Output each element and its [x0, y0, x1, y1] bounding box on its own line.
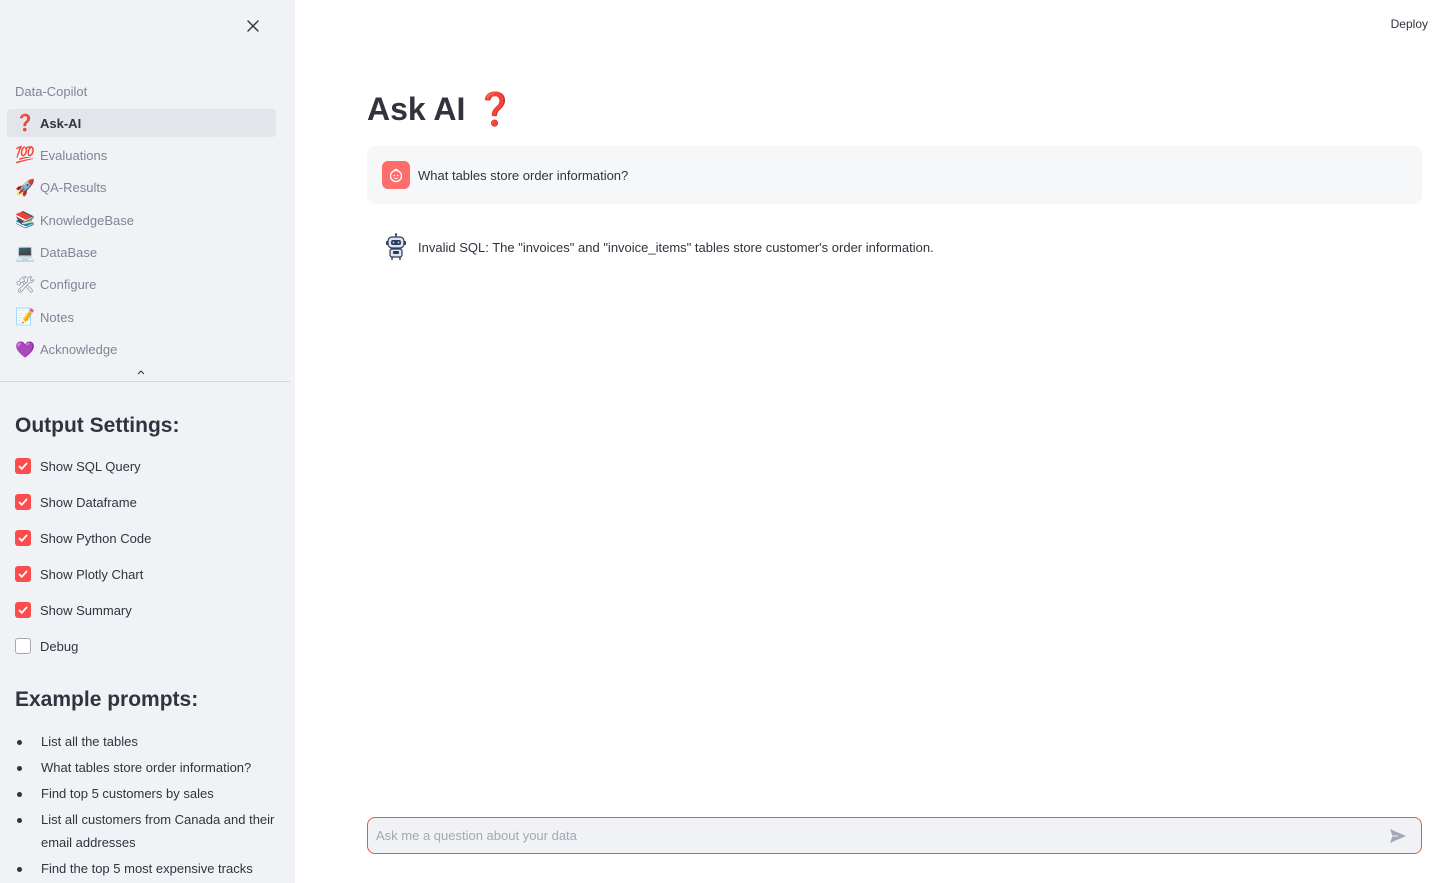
- checkbox-checked-icon[interactable]: [15, 458, 31, 474]
- checkbox-show-python-code[interactable]: Show Python Code: [15, 528, 151, 548]
- nav-header: Data-Copilot: [15, 84, 88, 99]
- sidebar-nav: ❓ Ask-AI 💯 Evaluations 🚀 QA-Results 📚 Kn…: [7, 109, 276, 368]
- chat-message-text: Invalid SQL: The "invoices" and "invoice…: [418, 239, 934, 255]
- hundred-points-icon: 💯: [15, 147, 35, 165]
- nav-divider: [0, 381, 290, 382]
- chat-message-text: What tables store order information?: [418, 167, 629, 183]
- list-item: List all the tables: [15, 730, 277, 753]
- checkbox-label: Debug: [40, 638, 79, 654]
- deploy-button[interactable]: Deploy: [1385, 14, 1434, 34]
- checkbox-checked-icon[interactable]: [15, 530, 31, 546]
- sidebar-item-database[interactable]: 💻 DataBase: [7, 239, 276, 267]
- laptop-icon: 💻: [15, 244, 35, 262]
- checkbox-show-dataframe[interactable]: Show Dataframe: [15, 492, 137, 512]
- sidebar: Data-Copilot ❓ Ask-AI 💯 Evaluations 🚀 QA…: [0, 0, 295, 883]
- sidebar-item-label: Notes: [40, 309, 74, 325]
- example-prompts-title: Example prompts:: [15, 688, 199, 711]
- sidebar-item-label: Configure: [40, 277, 97, 293]
- books-icon: 📚: [15, 212, 35, 230]
- user-avatar-icon: [382, 161, 410, 189]
- close-icon: [247, 20, 259, 32]
- rocket-icon: 🚀: [15, 179, 35, 197]
- sidebar-item-label: Ask-AI: [40, 115, 82, 131]
- question-mark-icon: ❓: [475, 91, 516, 127]
- checkbox-label: Show Plotly Chart: [40, 566, 144, 582]
- checkbox-show-plotly-chart[interactable]: Show Plotly Chart: [15, 564, 143, 584]
- checkbox-show-sql-query[interactable]: Show SQL Query: [15, 456, 141, 476]
- checkbox-checked-icon[interactable]: [15, 494, 31, 510]
- sidebar-item-label: QA-Results: [40, 180, 107, 196]
- sidebar-item-evaluations[interactable]: 💯 Evaluations: [7, 141, 276, 169]
- list-item: Find top 5 customers by sales: [15, 782, 277, 805]
- chevron-up-icon: [137, 369, 145, 374]
- list-item: What tables store order information?: [15, 756, 277, 779]
- send-button[interactable]: [1383, 821, 1413, 851]
- chat-input-container: [367, 817, 1422, 854]
- sidebar-item-label: Acknowledge: [40, 342, 118, 358]
- memo-icon: 📝: [15, 309, 35, 327]
- sidebar-item-acknowledge[interactable]: 💜 Acknowledge: [7, 336, 276, 364]
- output-settings-title: Output Settings:: [15, 414, 180, 437]
- sidebar-item-knowledgebase[interactable]: 📚 KnowledgeBase: [7, 206, 276, 234]
- checkbox-checked-icon[interactable]: [15, 602, 31, 618]
- list-item: Find the top 5 most expensive tracks: [15, 857, 277, 880]
- checkbox-debug[interactable]: Debug: [15, 636, 78, 656]
- page-title-text: Ask AI: [367, 90, 466, 127]
- example-prompts-list: List all the tables What tables store or…: [15, 730, 277, 883]
- sidebar-item-label: Evaluations: [40, 147, 108, 163]
- checkbox-label: Show Python Code: [40, 530, 152, 546]
- list-item: List all customers from Canada and their…: [15, 808, 277, 854]
- close-sidebar-button[interactable]: [241, 14, 265, 38]
- sidebar-item-notes[interactable]: 📝 Notes: [7, 303, 276, 331]
- page-title: Ask AI ❓: [367, 90, 515, 128]
- checkbox-unchecked-icon[interactable]: [15, 638, 31, 654]
- sidebar-item-ask-ai[interactable]: ❓ Ask-AI: [7, 109, 276, 137]
- checkbox-label: Show SQL Query: [40, 458, 141, 474]
- checkbox-show-summary[interactable]: Show Summary: [15, 600, 132, 620]
- send-icon: [1390, 828, 1406, 843]
- question-mark-icon: ❓: [15, 115, 35, 132]
- collapse-nav-button[interactable]: [135, 367, 147, 377]
- tools-icon: 🛠: [15, 276, 36, 294]
- checkbox-checked-icon[interactable]: [15, 566, 31, 582]
- sidebar-item-label: KnowledgeBase: [40, 212, 134, 228]
- sidebar-item-label: DataBase: [40, 245, 98, 261]
- sidebar-item-configure[interactable]: 🛠 Configure: [7, 271, 276, 299]
- checkbox-label: Show Dataframe: [40, 494, 137, 510]
- chat-message-assistant: Invalid SQL: The "invoices" and "invoice…: [367, 218, 1422, 276]
- chat-input[interactable]: [368, 817, 1383, 854]
- robot-avatar-icon: [382, 233, 410, 261]
- chat-message-user: What tables store order information?: [367, 146, 1422, 204]
- checkbox-label: Show Summary: [40, 602, 132, 618]
- purple-heart-icon: 💜: [15, 341, 35, 359]
- sidebar-item-qa-results[interactable]: 🚀 QA-Results: [7, 174, 276, 202]
